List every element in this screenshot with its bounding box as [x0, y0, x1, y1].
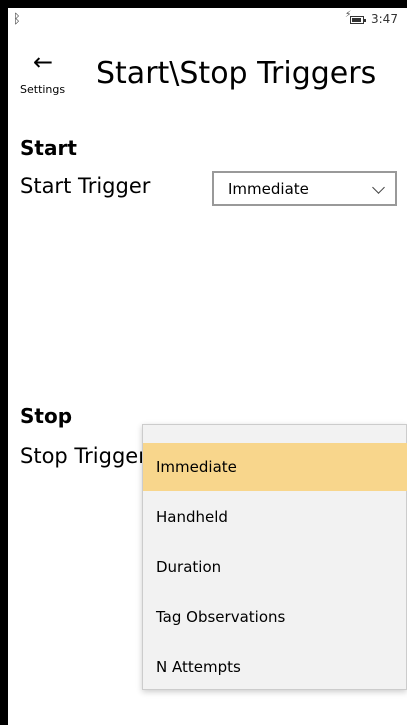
start-trigger-value: Immediate — [228, 180, 309, 198]
bluetooth-icon: ᛒ — [13, 12, 21, 27]
chevron-down-icon — [372, 181, 385, 194]
page-title: Start\Stop Triggers — [96, 56, 377, 91]
status-time: 3:47 — [371, 12, 398, 26]
battery-icon — [350, 16, 366, 24]
stop-trigger-dropdown[interactable]: Immediate Handheld Duration Tag Observat… — [142, 424, 407, 690]
back-arrow-icon: ← — [33, 48, 54, 76]
back-button[interactable]: ← Settings — [18, 50, 70, 98]
stop-section-title: Stop — [20, 404, 73, 428]
status-bar: ᛒ ⚡ 3:47 — [8, 8, 407, 34]
dropdown-option-n-attempts[interactable]: N Attempts — [143, 643, 407, 691]
start-trigger-select[interactable]: Immediate — [212, 171, 397, 206]
start-section-title: Start — [20, 136, 77, 160]
stop-trigger-label: Stop Trigger — [20, 444, 147, 468]
app-screen: ᛒ ⚡ 3:47 ← Settings Start\Stop Triggers … — [8, 8, 407, 725]
back-label: Settings — [20, 83, 66, 96]
dropdown-option-immediate[interactable]: Immediate — [143, 443, 407, 491]
start-trigger-label: Start Trigger — [20, 174, 151, 198]
dropdown-option-duration[interactable]: Duration — [143, 543, 407, 591]
dropdown-option-handheld[interactable]: Handheld — [143, 493, 407, 541]
dropdown-option-tag-observations[interactable]: Tag Observations — [143, 593, 407, 641]
